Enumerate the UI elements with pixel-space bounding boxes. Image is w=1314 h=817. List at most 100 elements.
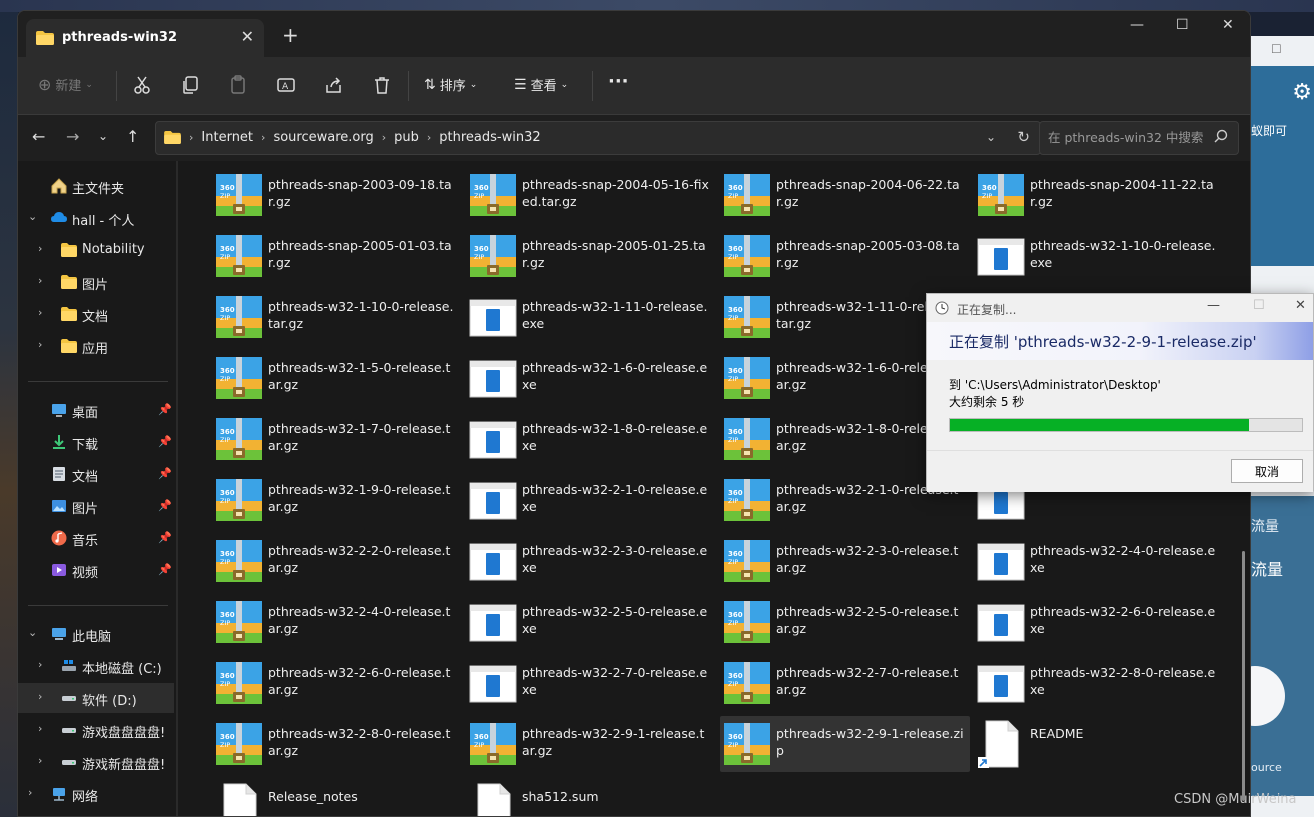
chevron-right-icon[interactable]: ›	[38, 690, 42, 703]
file-item[interactable]: 360 ZIP pthreads-snap-2004-11-22.tar.gz	[974, 167, 1224, 223]
dialog-minimize-button[interactable]: —	[1207, 298, 1220, 313]
sidebar-item[interactable]: › 应用	[18, 331, 174, 361]
sidebar-item[interactable]: 文档 📌	[18, 459, 174, 489]
file-item[interactable]: 360 ZIP pthreads-snap-2005-01-03.tar.gz	[212, 228, 462, 284]
breadcrumb-item[interactable]: pthreads-win32	[439, 130, 540, 145]
pin-icon[interactable]: 📌	[158, 531, 172, 544]
sidebar-item[interactable]: › Notability	[18, 235, 174, 265]
file-item[interactable]: 360 ZIP pthreads-snap-2004-06-22.tar.gz	[720, 167, 970, 223]
file-item[interactable]: 360 ZIP pthreads-w32-2-6-0-release.tar.g…	[212, 655, 462, 711]
file-item[interactable]: pthreads-w32-2-4-0-release.exe	[974, 533, 1224, 589]
file-item[interactable]: 360 ZIP pthreads-snap-2004-05-16-fixed.t…	[466, 167, 716, 223]
file-item[interactable]: pthreads-w32-2-3-0-release.exe	[466, 533, 716, 589]
file-item[interactable]: pthreads-w32-1-8-0-release.exe	[466, 411, 716, 467]
pin-icon[interactable]: 📌	[158, 435, 172, 448]
sidebar-item[interactable]: 桌面 📌	[18, 395, 174, 425]
dialog-close-button[interactable]: ✕	[1295, 298, 1306, 313]
sidebar-item[interactable]: 下载 📌	[18, 427, 174, 457]
sidebar-item[interactable]: › 本地磁盘 (C:)	[18, 651, 174, 681]
close-tab-icon[interactable]: ✕	[241, 27, 254, 46]
file-item[interactable]: pthreads-w32-1-10-0-release.exe	[974, 228, 1224, 284]
delete-icon[interactable]	[372, 75, 392, 95]
file-item[interactable]: 360 ZIP pthreads-w32-1-7-0-release.tar.g…	[212, 411, 462, 467]
pin-icon[interactable]: 📌	[158, 467, 172, 480]
sidebar-item[interactable]: › 文档	[18, 299, 174, 329]
file-item[interactable]: 360 ZIP pthreads-w32-2-5-0-release.tar.g…	[720, 594, 970, 650]
sidebar-item[interactable]: ⌄ 此电脑	[18, 619, 174, 649]
file-item[interactable]: 360 ZIP pthreads-snap-2005-01-25.tar.gz	[466, 228, 716, 284]
file-item[interactable]: 360 ZIP pthreads-snap-2005-03-08.tar.gz	[720, 228, 970, 284]
chevron-right-icon[interactable]: ›	[38, 754, 42, 767]
file-item[interactable]: 360 ZIP pthreads-w32-2-9-1-release.tar.g…	[466, 716, 716, 772]
file-item[interactable]: pthreads-w32-2-1-0-release.exe	[466, 472, 716, 528]
refresh-icon[interactable]: ↻	[1017, 128, 1030, 146]
chevron-right-icon[interactable]: ›	[28, 786, 32, 799]
file-item[interactable]: 360 ZIP pthreads-w32-2-2-0-release.tar.g…	[212, 533, 462, 589]
paste-icon[interactable]	[228, 75, 248, 95]
address-history-chevron-icon[interactable]: ⌄	[986, 130, 996, 144]
sidebar-item[interactable]: › 游戏盘盘盘盘!	[18, 715, 174, 745]
chevron-right-icon[interactable]: ›	[38, 338, 42, 351]
file-item[interactable]: 360 ZIP pthreads-w32-2-9-1-release.zip	[720, 716, 970, 772]
pin-icon[interactable]: 📌	[158, 403, 172, 416]
sidebar-item[interactable]: 音乐 📌	[18, 523, 174, 553]
file-item[interactable]: Release_notes	[212, 779, 462, 816]
chevron-right-icon[interactable]: ›	[38, 274, 42, 287]
file-item[interactable]: 360 ZIP pthreads-w32-1-5-0-release.tar.g…	[212, 350, 462, 406]
pin-icon[interactable]: 📌	[158, 563, 172, 576]
sidebar-item[interactable]: › 游戏新盘盘盘!	[18, 747, 174, 777]
pin-icon[interactable]: 📌	[158, 499, 172, 512]
file-item[interactable]: README	[974, 716, 1224, 772]
tab-pthreads-win32[interactable]: pthreads-win32 ✕	[26, 19, 264, 57]
file-item[interactable]: 360 ZIP pthreads-w32-1-9-0-release.tar.g…	[212, 472, 462, 528]
new-tab-button[interactable]: +	[282, 23, 299, 47]
sidebar-item[interactable]: › 软件 (D:)	[18, 683, 174, 713]
chevron-right-icon[interactable]: ›	[38, 306, 42, 319]
file-item[interactable]: 360 ZIP pthreads-w32-2-7-0-release.tar.g…	[720, 655, 970, 711]
file-item[interactable]: pthreads-w32-2-7-0-release.exe	[466, 655, 716, 711]
address-bar[interactable]: › Internet › sourceware.org › pub › pthr…	[155, 121, 1041, 155]
maximize-button[interactable]: ☐	[1176, 17, 1189, 33]
copy-icon[interactable]	[180, 75, 200, 95]
rename-icon[interactable]: A	[276, 75, 296, 95]
breadcrumb-item[interactable]: Internet	[201, 130, 253, 145]
sort-button[interactable]: ⇅ 排序 ⌄	[424, 75, 477, 95]
recent-locations-chevron-icon[interactable]: ⌄	[98, 129, 108, 143]
search-input[interactable]	[1048, 130, 1208, 145]
sidebar-item[interactable]: 视频 📌	[18, 555, 174, 585]
cancel-button[interactable]: 取消	[1231, 459, 1303, 483]
file-item[interactable]: pthreads-w32-1-11-0-release.exe	[466, 289, 716, 345]
share-icon[interactable]	[324, 75, 344, 95]
file-item[interactable]: 360 ZIP pthreads-snap-2003-09-18.tar.gz	[212, 167, 462, 223]
minimize-button[interactable]: —	[1130, 17, 1144, 33]
chevron-right-icon[interactable]: ›	[38, 722, 42, 735]
file-item[interactable]: 360 ZIP pthreads-w32-2-4-0-release.tar.g…	[212, 594, 462, 650]
up-arrow-icon[interactable]: ↑	[126, 127, 139, 146]
sidebar-item[interactable]: 图片 📌	[18, 491, 174, 521]
file-item[interactable]: 360 ZIP pthreads-w32-2-3-0-release.tar.g…	[720, 533, 970, 589]
file-item[interactable]: pthreads-w32-2-5-0-release.exe	[466, 594, 716, 650]
sidebar-item[interactable]: › 图片	[18, 267, 174, 297]
file-item[interactable]: 360 ZIP pthreads-w32-2-8-0-release.tar.g…	[212, 716, 462, 772]
file-item[interactable]: pthreads-w32-2-8-0-release.exe	[974, 655, 1224, 711]
chevron-right-icon[interactable]: ›	[38, 242, 42, 255]
content-scrollbar[interactable]	[1242, 551, 1245, 801]
chevron-down-icon[interactable]: ⌄	[28, 626, 37, 639]
sidebar-item[interactable]: 主文件夹	[18, 171, 174, 201]
more-options-button[interactable]: ···	[608, 71, 629, 92]
forward-arrow-icon[interactable]: →	[66, 127, 79, 146]
file-item[interactable]: sha512.sum	[466, 779, 716, 816]
chevron-down-icon[interactable]: ⌄	[28, 210, 37, 223]
close-window-button[interactable]: ✕	[1222, 17, 1234, 33]
sidebar-scrollbar[interactable]	[176, 161, 178, 816]
sidebar-item[interactable]: ⌄ hall - 个人	[18, 203, 174, 233]
breadcrumb-item[interactable]: pub	[394, 130, 419, 145]
view-button[interactable]: ☰ 查看 ⌄	[514, 75, 568, 95]
file-item[interactable]: pthreads-w32-1-6-0-release.exe	[466, 350, 716, 406]
file-item[interactable]: 360 ZIP pthreads-w32-1-10-0-release.tar.…	[212, 289, 462, 345]
search-box[interactable]	[1039, 121, 1239, 155]
new-button[interactable]: ⊕ 新建 ⌄	[38, 75, 93, 94]
back-arrow-icon[interactable]: ←	[32, 127, 45, 146]
sidebar-item[interactable]: › 网络	[18, 779, 174, 809]
file-item[interactable]: pthreads-w32-2-6-0-release.exe	[974, 594, 1224, 650]
